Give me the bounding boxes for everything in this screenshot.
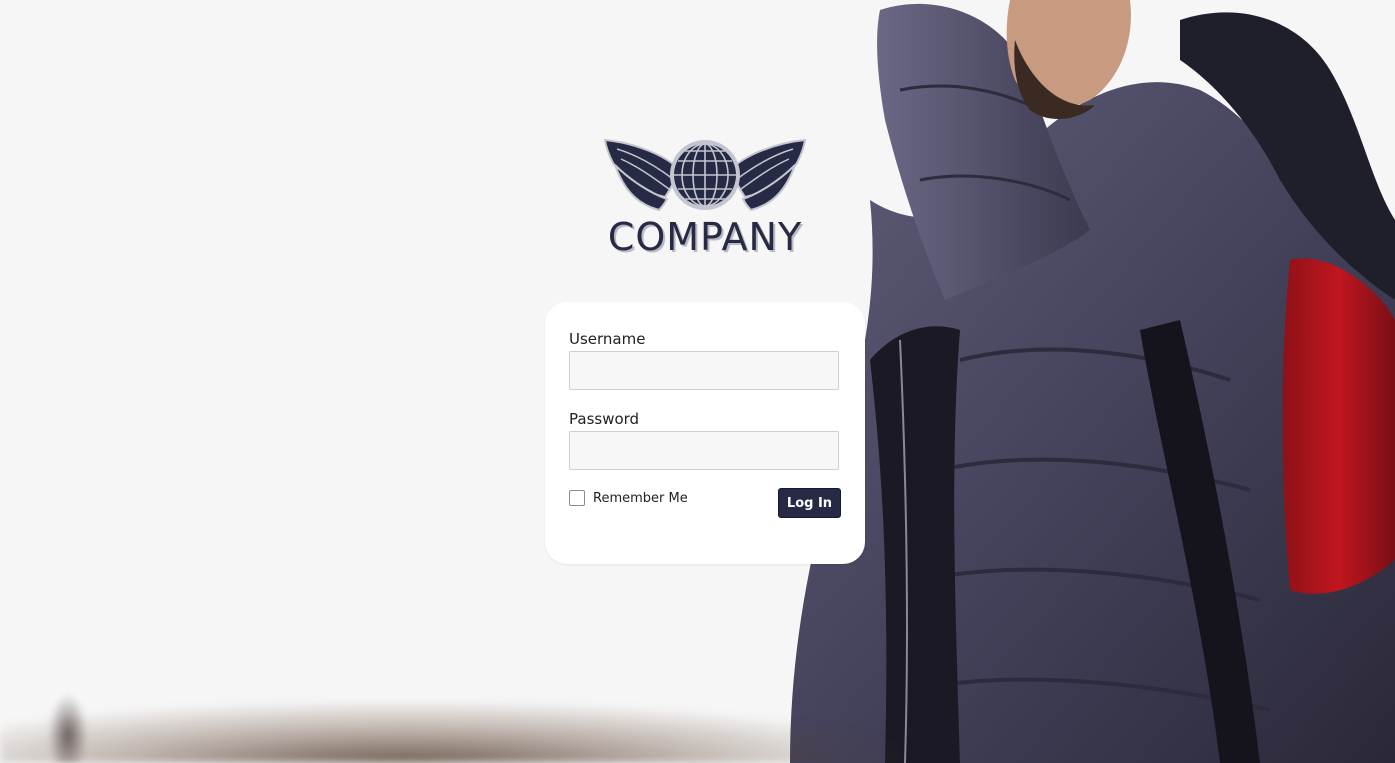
login-form: Username Password Remember Me Log In <box>545 302 865 564</box>
remember-me-checkbox[interactable] <box>569 490 585 506</box>
remember-me-label[interactable]: Remember Me <box>593 491 688 506</box>
login-button[interactable]: Log In <box>778 488 841 518</box>
remember-me[interactable]: Remember Me <box>569 490 688 506</box>
distant-figure <box>48 693 88 763</box>
login-page: COMPANY Username Password Remember Me Lo… <box>0 0 1395 763</box>
company-logo-text: COMPANY <box>607 215 803 259</box>
password-label: Password <box>569 410 640 428</box>
password-input[interactable] <box>569 431 839 470</box>
winged-globe-icon <box>603 138 807 212</box>
username-input[interactable] <box>569 351 839 390</box>
username-label: Username <box>569 330 646 348</box>
ground-blur <box>0 703 900 763</box>
company-logo: COMPANY <box>575 135 835 260</box>
